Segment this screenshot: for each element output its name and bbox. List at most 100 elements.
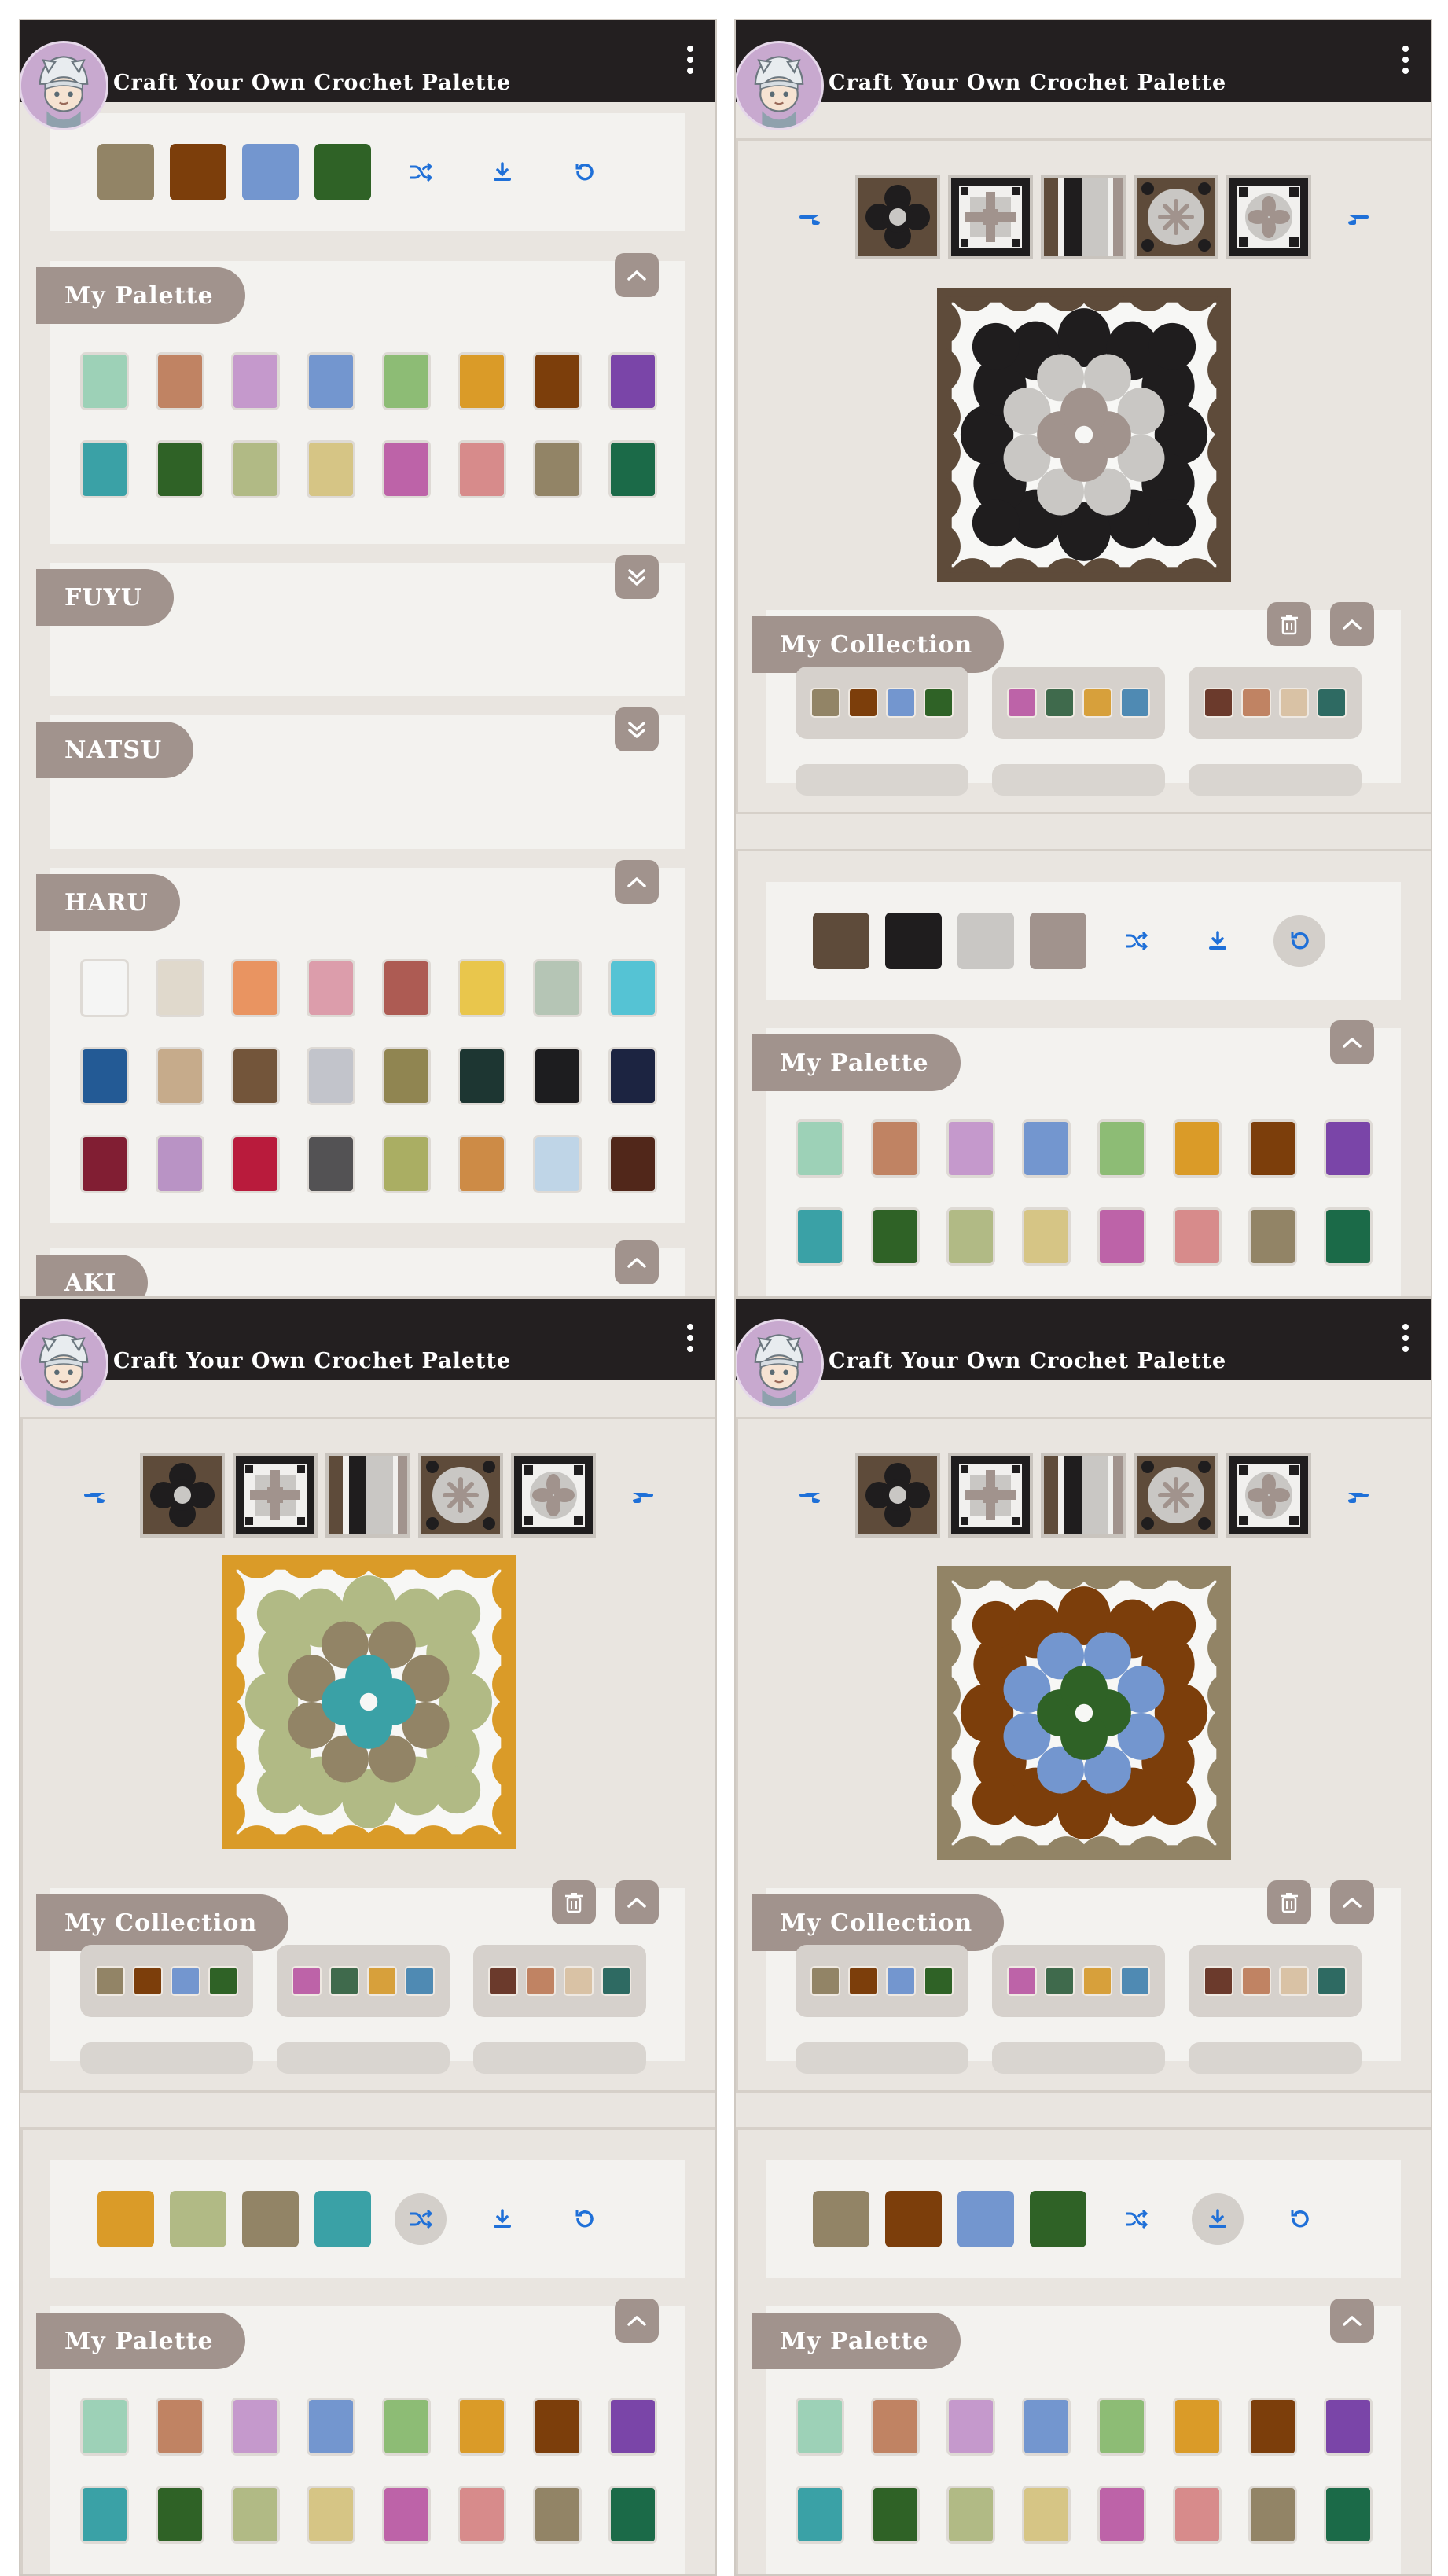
collection-palette[interactable] bbox=[1189, 764, 1362, 796]
reset-button[interactable] bbox=[558, 2193, 610, 2245]
palette-swatch[interactable] bbox=[307, 2398, 355, 2456]
download-button[interactable] bbox=[1192, 915, 1244, 967]
palette-swatch[interactable] bbox=[1324, 1207, 1373, 1266]
haru-swatch[interactable] bbox=[231, 1135, 280, 1193]
download-button[interactable] bbox=[476, 2193, 528, 2245]
next-pattern-button[interactable] bbox=[1340, 198, 1377, 236]
haru-swatch[interactable] bbox=[382, 959, 431, 1017]
palette-swatch[interactable] bbox=[1022, 1119, 1071, 1178]
current-swatch[interactable] bbox=[885, 913, 942, 969]
palette-swatch[interactable] bbox=[156, 352, 204, 410]
kebab-menu-icon[interactable] bbox=[684, 1324, 696, 1352]
haru-swatch[interactable] bbox=[307, 959, 355, 1017]
collapse-button[interactable] bbox=[1330, 2299, 1374, 2343]
palette-swatch[interactable] bbox=[796, 2486, 844, 2544]
reset-button[interactable] bbox=[1273, 915, 1325, 967]
palette-swatch[interactable] bbox=[80, 352, 129, 410]
pattern-thumbnail[interactable] bbox=[1134, 175, 1218, 259]
delete-button[interactable] bbox=[1267, 1880, 1311, 1924]
collapse-button[interactable] bbox=[615, 2299, 659, 2343]
haru-swatch[interactable] bbox=[80, 1047, 129, 1105]
palette-swatch[interactable] bbox=[946, 2486, 995, 2544]
delete-button[interactable] bbox=[1267, 602, 1311, 646]
palette-swatch[interactable] bbox=[946, 1207, 995, 1266]
palette-swatch[interactable] bbox=[796, 1207, 844, 1266]
palette-swatch[interactable] bbox=[871, 2486, 920, 2544]
next-pattern-button[interactable] bbox=[624, 1476, 662, 1514]
haru-swatch[interactable] bbox=[156, 1135, 204, 1193]
palette-swatch[interactable] bbox=[1022, 1207, 1071, 1266]
collapse-button[interactable] bbox=[615, 860, 659, 904]
collection-palette[interactable] bbox=[796, 667, 968, 739]
collection-palette[interactable] bbox=[80, 1945, 253, 2017]
palette-swatch[interactable] bbox=[533, 2486, 582, 2544]
collapse-button[interactable] bbox=[1330, 602, 1374, 646]
haru-swatch[interactable] bbox=[608, 1135, 657, 1193]
kebab-menu-icon[interactable] bbox=[1399, 46, 1412, 74]
download-button[interactable] bbox=[476, 146, 528, 198]
pattern-thumbnail[interactable] bbox=[948, 175, 1033, 259]
delete-button[interactable] bbox=[552, 1880, 596, 1924]
pattern-thumbnail[interactable] bbox=[855, 1453, 940, 1538]
kebab-menu-icon[interactable] bbox=[684, 46, 696, 74]
palette-swatch[interactable] bbox=[458, 352, 506, 410]
palette-swatch[interactable] bbox=[946, 1119, 995, 1178]
collection-palette[interactable] bbox=[796, 1945, 968, 2017]
collapse-button[interactable] bbox=[615, 1880, 659, 1924]
haru-swatch[interactable] bbox=[458, 1047, 506, 1105]
current-swatch[interactable] bbox=[1030, 913, 1086, 969]
palette-swatch[interactable] bbox=[608, 352, 657, 410]
palette-swatch[interactable] bbox=[871, 1119, 920, 1178]
palette-swatch[interactable] bbox=[80, 2398, 129, 2456]
palette-swatch[interactable] bbox=[156, 2398, 204, 2456]
pattern-thumbnail[interactable] bbox=[1041, 1453, 1126, 1538]
collection-palette[interactable] bbox=[992, 2042, 1165, 2074]
pattern-thumbnail[interactable] bbox=[1134, 1453, 1218, 1538]
palette-swatch[interactable] bbox=[608, 2398, 657, 2456]
palette-swatch[interactable] bbox=[1022, 2486, 1071, 2544]
haru-swatch[interactable] bbox=[608, 1047, 657, 1105]
palette-swatch[interactable] bbox=[80, 2486, 129, 2544]
collection-palette[interactable] bbox=[1189, 1945, 1362, 2017]
haru-swatch[interactable] bbox=[533, 959, 582, 1017]
haru-swatch[interactable] bbox=[156, 1047, 204, 1105]
palette-swatch[interactable] bbox=[458, 440, 506, 498]
palette-swatch[interactable] bbox=[533, 352, 582, 410]
collection-palette[interactable] bbox=[277, 1945, 450, 2017]
palette-swatch[interactable] bbox=[1173, 1207, 1222, 1266]
reset-button[interactable] bbox=[558, 146, 610, 198]
haru-swatch[interactable] bbox=[458, 1135, 506, 1193]
palette-swatch[interactable] bbox=[382, 2398, 431, 2456]
collection-palette[interactable] bbox=[473, 1945, 646, 2017]
palette-swatch[interactable] bbox=[156, 440, 204, 498]
haru-swatch[interactable] bbox=[156, 959, 204, 1017]
collapse-button[interactable] bbox=[615, 1240, 659, 1284]
palette-swatch[interactable] bbox=[1097, 2398, 1146, 2456]
palette-swatch[interactable] bbox=[1173, 2486, 1222, 2544]
palette-swatch[interactable] bbox=[1324, 2486, 1373, 2544]
current-swatch[interactable] bbox=[170, 144, 226, 200]
palette-swatch[interactable] bbox=[796, 2398, 844, 2456]
current-swatch[interactable] bbox=[97, 2191, 154, 2247]
pattern-thumbnail[interactable] bbox=[1226, 1453, 1311, 1538]
haru-swatch[interactable] bbox=[307, 1135, 355, 1193]
current-swatch[interactable] bbox=[242, 2191, 299, 2247]
collection-palette[interactable] bbox=[992, 667, 1165, 739]
palette-swatch[interactable] bbox=[946, 2398, 995, 2456]
palette-swatch[interactable] bbox=[608, 2486, 657, 2544]
pattern-thumbnail[interactable] bbox=[948, 1453, 1033, 1538]
pattern-thumbnail[interactable] bbox=[855, 175, 940, 259]
palette-swatch[interactable] bbox=[1022, 2398, 1071, 2456]
haru-swatch[interactable] bbox=[458, 959, 506, 1017]
palette-swatch[interactable] bbox=[1324, 2398, 1373, 2456]
prev-pattern-button[interactable] bbox=[75, 1476, 113, 1514]
expand-button[interactable] bbox=[615, 707, 659, 751]
pattern-thumbnail[interactable] bbox=[325, 1453, 410, 1538]
palette-swatch[interactable] bbox=[533, 2398, 582, 2456]
collection-palette[interactable] bbox=[796, 764, 968, 796]
current-swatch[interactable] bbox=[314, 2191, 371, 2247]
current-swatch[interactable] bbox=[813, 2191, 869, 2247]
collection-palette[interactable] bbox=[1189, 667, 1362, 739]
pattern-thumbnail[interactable] bbox=[233, 1453, 318, 1538]
palette-swatch[interactable] bbox=[307, 352, 355, 410]
